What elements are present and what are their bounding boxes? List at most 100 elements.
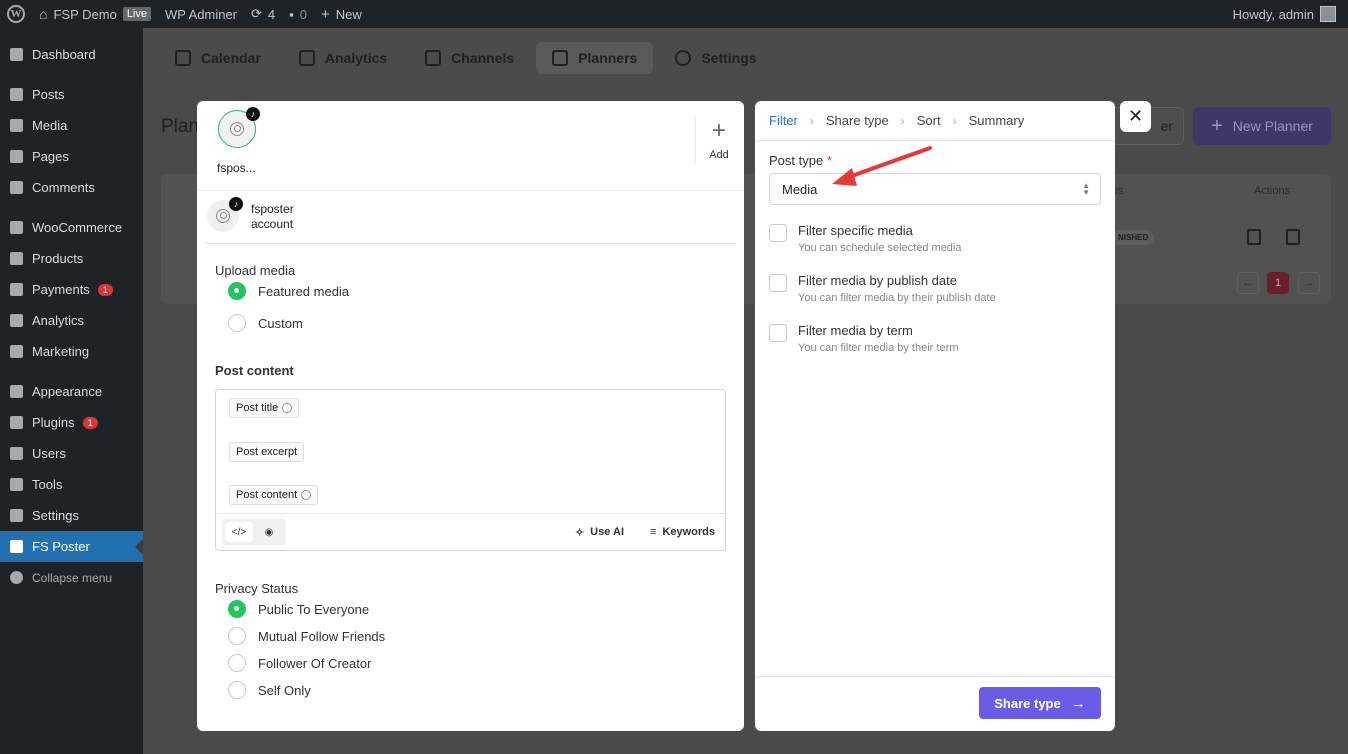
post-type-label-text: Post type: [769, 153, 824, 168]
analytics-icon: [8, 313, 24, 329]
home-icon: ⌂: [39, 6, 48, 22]
updates-menu[interactable]: ⟳ 4: [244, 0, 282, 28]
check-hint: You can filter media by their term: [798, 342, 959, 354]
radio-mutual-friends[interactable]: Mutual Follow Friends: [228, 627, 385, 645]
monitor-icon: [425, 50, 442, 66]
tab-analytics[interactable]: Analytics: [283, 42, 403, 74]
check-title: Filter media by term: [798, 323, 913, 338]
step-filter[interactable]: Filter: [769, 113, 798, 128]
code-view-icon[interactable]: </>: [225, 522, 253, 542]
notification-badge: 1: [97, 283, 113, 296]
pager-current[interactable]: 1: [1267, 272, 1289, 294]
post-type-select[interactable]: Media ▲ ▼: [769, 173, 1101, 205]
select-caret-icon: ▲ ▼: [1082, 181, 1090, 197]
checkbox[interactable]: [769, 324, 787, 342]
chip-post-content[interactable]: Post content: [229, 485, 319, 505]
sidebar-item-products[interactable]: Products: [0, 243, 143, 274]
tab-label: Analytics: [324, 50, 388, 66]
next-button-label: Share type: [994, 695, 1061, 711]
sidebar-item-fs-poster[interactable]: FS Poster: [0, 531, 143, 562]
chevron-right-icon: ›: [809, 113, 814, 128]
sidebar-item-appearance[interactable]: Appearance: [0, 376, 143, 407]
trash-icon[interactable]: [1286, 229, 1300, 245]
preview-eye-icon[interactable]: ◉: [255, 522, 283, 542]
account-subtitle: account: [251, 217, 294, 231]
sidebar-item-marketing[interactable]: Marketing: [0, 336, 143, 367]
radio-custom[interactable]: Custom: [228, 314, 303, 332]
keywords-button[interactable]: ≡ Keywords: [650, 526, 715, 538]
sidebar-item-label: Marketing: [32, 344, 90, 359]
new-content-menu[interactable]: + New: [314, 0, 369, 28]
sidebar-item-comments[interactable]: Comments: [0, 172, 143, 203]
user-icon: [230, 122, 244, 136]
account-name: fsposter account: [251, 202, 294, 232]
tab-settings[interactable]: Settings: [659, 42, 772, 74]
tab-planners[interactable]: Planners: [536, 42, 654, 74]
channel-settings-modal: ♪ fspos... + Add ♪ fsposter account Uplo…: [197, 101, 744, 731]
sidebar-item-payments[interactable]: Payments 1: [0, 274, 143, 305]
radio-self-only[interactable]: Self Only: [228, 681, 311, 699]
checkbox[interactable]: [769, 274, 787, 292]
tab-calendar[interactable]: Calendar: [159, 42, 277, 74]
sidebar-item-label: Posts: [32, 87, 65, 102]
sidebar-item-media[interactable]: Media: [0, 110, 143, 141]
sidebar-item-tools[interactable]: Tools: [0, 469, 143, 500]
copy-icon[interactable]: [1247, 229, 1261, 245]
megaphone-icon: [8, 344, 24, 360]
gear-icon[interactable]: [301, 490, 312, 500]
fs-poster-icon: [8, 539, 24, 555]
pager-next-icon[interactable]: →: [1298, 272, 1320, 294]
sidebar-item-analytics[interactable]: Analytics: [0, 305, 143, 336]
status-badge: NISHED: [1112, 230, 1155, 245]
radio-checked: [228, 600, 246, 618]
step-sort[interactable]: Sort: [917, 113, 941, 128]
radio-follower-of-creator[interactable]: Follower Of Creator: [228, 654, 371, 672]
plus-icon: +: [711, 117, 726, 144]
admin-sidebar: Dashboard Posts Media Pages Comments Woo…: [0, 28, 143, 754]
step-summary[interactable]: Summary: [969, 113, 1025, 128]
add-channel-button[interactable]: + Add: [707, 117, 731, 162]
sidebar-item-posts[interactable]: Posts: [0, 79, 143, 110]
pager-prev-icon[interactable]: ←: [1237, 272, 1259, 294]
avatar: [1320, 6, 1336, 22]
sidebar-item-woocommerce[interactable]: WooCommerce: [0, 212, 143, 243]
filter-by-term[interactable]: Filter media by term You can filter media…: [769, 323, 958, 354]
site-name-menu[interactable]: ⌂ FSP Demo Live: [32, 0, 158, 28]
post-content-editor[interactable]: Post title Post excerpt Post content </>…: [215, 389, 726, 551]
radio-public[interactable]: Public To Everyone: [228, 600, 369, 618]
checkbox[interactable]: [769, 224, 787, 242]
sidebar-item-dashboard[interactable]: Dashboard: [0, 39, 143, 70]
sidebar-item-label: Media: [32, 118, 68, 133]
payments-icon: [8, 282, 24, 298]
pages-icon: [8, 149, 24, 165]
sidebar-item-plugins[interactable]: Plugins 1: [0, 407, 143, 438]
channel-avatar[interactable]: ♪: [218, 107, 260, 148]
sidebar-item-settings[interactable]: Settings: [0, 500, 143, 531]
my-account-menu[interactable]: Howdy, admin: [1233, 6, 1348, 22]
use-ai-button[interactable]: ✧ Use AI: [575, 526, 624, 539]
wordpress-logo-icon: W: [7, 5, 25, 23]
gear-icon[interactable]: [282, 403, 293, 413]
chip-post-excerpt[interactable]: Post excerpt: [229, 442, 305, 462]
step-share-type[interactable]: Share type: [826, 113, 889, 128]
wp-logo-menu[interactable]: W: [0, 0, 32, 28]
collapse-menu-button[interactable]: Collapse menu: [0, 562, 143, 593]
updates-icon: ⟳: [251, 6, 262, 21]
chip-post-title[interactable]: Post title: [229, 398, 300, 418]
divider: [695, 116, 696, 164]
radio-label: Self Only: [258, 682, 311, 698]
close-button[interactable]: ✕: [1120, 101, 1151, 132]
adminer-link[interactable]: WP Adminer: [158, 0, 244, 28]
filter-by-publish-date[interactable]: Filter media by publish date You can filt…: [769, 273, 996, 304]
radio-featured-media[interactable]: Featured media: [228, 282, 349, 300]
next-share-type-button[interactable]: Share type →: [979, 687, 1101, 719]
filter-specific-media[interactable]: Filter specific media You can schedule se…: [769, 223, 962, 254]
sidebar-item-users[interactable]: Users: [0, 438, 143, 469]
new-planner-button[interactable]: + New Planner: [1193, 107, 1331, 145]
tab-channels[interactable]: Channels: [409, 42, 530, 74]
comments-menu[interactable]: ▪ 0: [282, 0, 314, 28]
check-title: Filter media by publish date: [798, 273, 957, 288]
fs-poster-top-nav: Calendar Analytics Channels Planners Set…: [143, 28, 1348, 88]
sidebar-item-pages[interactable]: Pages: [0, 141, 143, 172]
chip-label: Post content: [236, 489, 298, 501]
